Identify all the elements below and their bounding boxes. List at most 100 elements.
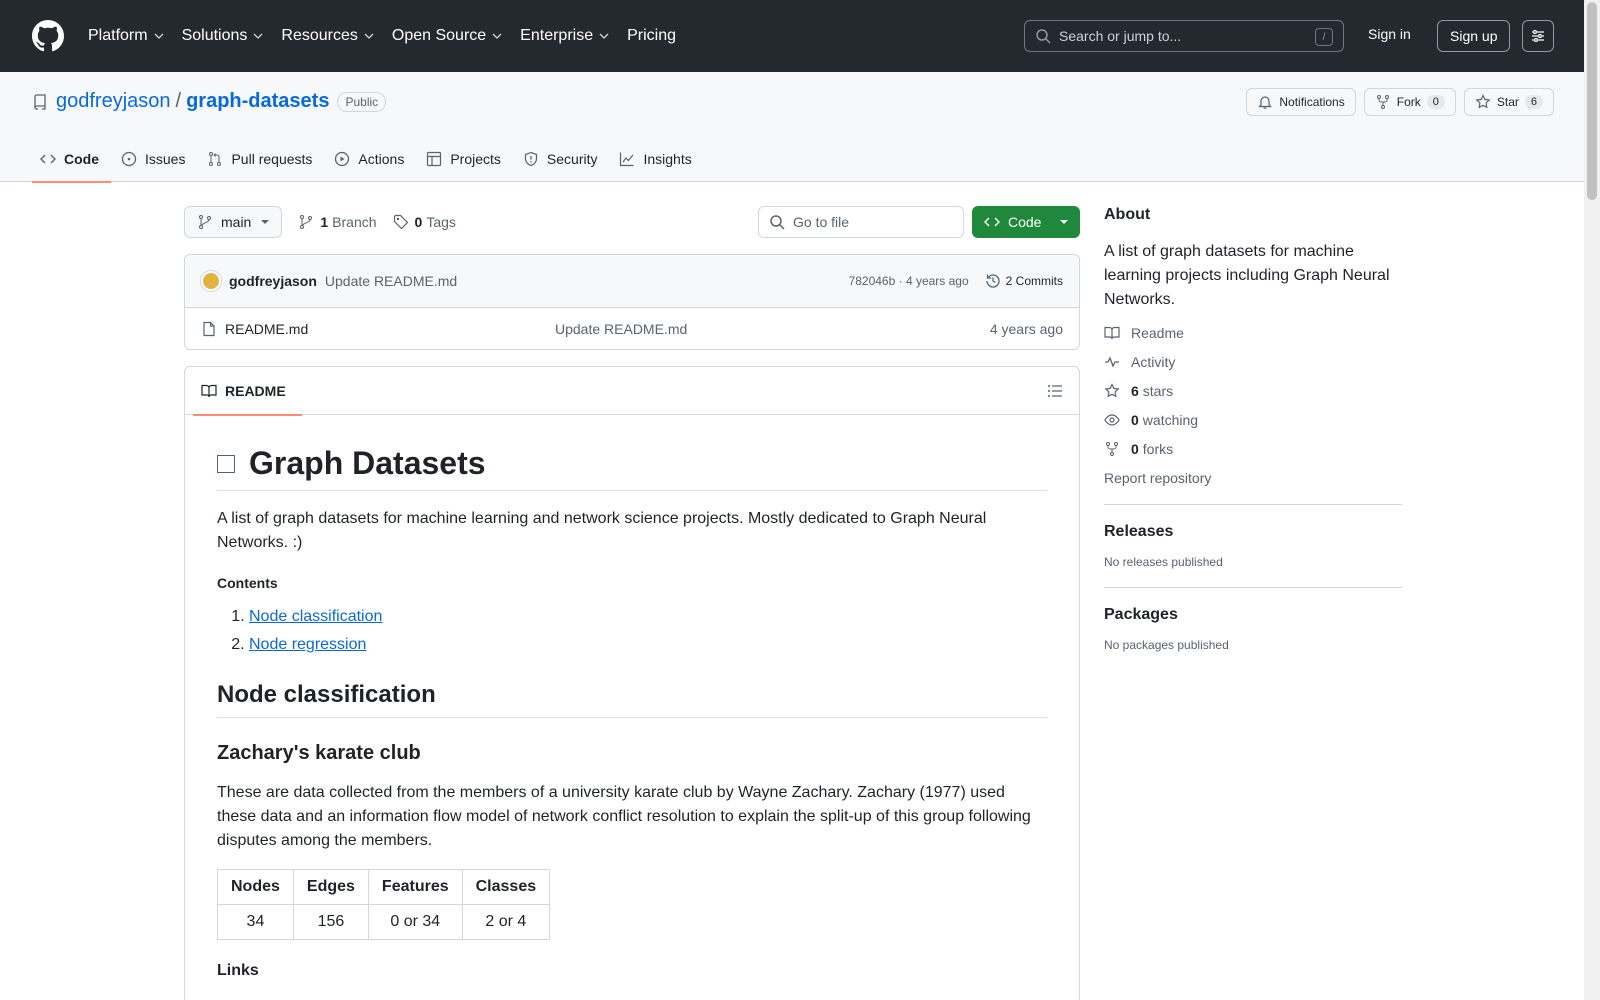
tab-code[interactable]: Code [32,136,111,183]
pull-request-icon [209,152,222,166]
outline-list-icon[interactable] [1047,383,1063,399]
branches-link[interactable]: 1 Branch [298,214,377,230]
contents-link-node-regression[interactable]: Node regression [249,636,366,653]
page-scrollbar[interactable] [1584,0,1600,1000]
subsection-text: These are data collected from the member… [217,784,1031,849]
code-dropdown-button[interactable]: Code [972,206,1080,238]
avatar[interactable] [201,271,221,291]
notifications-button[interactable]: Notifications [1246,88,1356,116]
releases-empty-text: No releases published [1104,555,1223,569]
global-header: Platform Solutions Resources Open Source… [0,0,1600,72]
commits-link[interactable]: 2 Commits [985,273,1063,289]
table-cell: 2 or 4 [461,904,551,940]
divider [1104,587,1402,588]
tag-icon [393,214,408,230]
commit-author[interactable]: godfreyjason [229,273,317,289]
graph-icon [620,152,634,167]
latest-commit: godfreyjason Update README.md 782046b · … [185,255,1079,308]
readme-link[interactable]: Readme [1104,325,1402,341]
star-icon [1475,94,1491,109]
global-search-input[interactable]: Search or jump to... / [1024,20,1344,52]
tags-link[interactable]: 0 Tags [393,214,456,230]
packages-empty-text: No packages published [1104,638,1229,652]
global-nav: Platform Solutions Resources Open Source… [88,27,694,45]
releases-heading[interactable]: Releases [1104,523,1402,541]
list-item: Node regression [249,633,1047,657]
list-item: Node classification [249,605,1047,629]
tab-insights[interactable]: Insights [611,136,703,182]
activity-link[interactable]: Activity [1104,354,1402,370]
table-cell: 156 [292,904,369,940]
file-navigation: main 1 Branch 0 Tags Go to file Code [184,206,1080,238]
branch-selector[interactable]: main [184,206,283,238]
readme-tab[interactable]: README [193,367,302,416]
links-heading: Links [217,962,259,979]
sign-in-link[interactable]: Sign in [1368,26,1411,42]
tab-actions[interactable]: Actions [326,136,416,182]
branch-icon [300,215,313,229]
chevron-down-icon [154,33,164,39]
nav-resources[interactable]: Resources [281,27,374,45]
file-name-link[interactable]: README.md [225,321,555,337]
contents-list: Node classification Node regression [217,605,1047,657]
table-icon [427,151,442,167]
go-to-file-input[interactable]: Go to file [758,206,964,238]
repo-title: godfreyjason / graph-datasets Public [32,90,387,113]
chevron-down-icon [492,33,502,39]
nav-open-source[interactable]: Open Source [392,27,502,45]
file-age: 4 years ago [989,320,1063,337]
menu-button[interactable] [1522,20,1554,52]
nav-enterprise[interactable]: Enterprise [520,27,609,45]
tab-pull-requests[interactable]: Pull requests [199,136,324,182]
table-header: Edges [292,869,369,905]
search-placeholder: Search or jump to... [1059,28,1182,44]
caret-down-icon [261,220,270,224]
table-cell: 0 or 34 [367,904,463,940]
repo-separator: / [175,90,182,112]
nav-platform[interactable]: Platform [88,27,164,45]
bell-icon [1258,96,1273,109]
github-logo-icon[interactable] [32,20,64,52]
scrollbar-thumb[interactable] [1587,2,1597,200]
contents-link-node-classification[interactable]: Node classification [249,608,382,625]
star-button[interactable]: Star 6 [1463,88,1554,116]
nav-solutions[interactable]: Solutions [182,27,264,45]
packages-heading[interactable]: Packages [1104,606,1402,624]
code-icon [984,217,1000,227]
table-row: README.md Update README.md 4 years ago [185,308,1079,349]
dataset-stats-table: Nodes Edges Features Classes 34 156 0 or… [217,869,551,940]
commit-meta[interactable]: 782046b · 4 years ago [849,274,969,288]
file-commit-message[interactable]: Update README.md [555,321,687,337]
about-sidebar: About A list of graph datasets for machi… [1104,206,1402,652]
forks-link[interactable]: 0 forks [1104,441,1402,457]
tab-issues[interactable]: Issues [113,136,197,182]
sign-up-button[interactable]: Sign up [1437,20,1511,52]
readme-body: Graph Datasets A list of graph datasets … [185,415,1079,1000]
report-repository-link[interactable]: Report repository [1104,470,1402,486]
search-icon [770,215,785,230]
stars-link[interactable]: 6 stars [1104,383,1402,399]
table-header: Classes [461,869,551,905]
about-heading: About [1104,206,1151,223]
repo-owner-link[interactable]: godfreyjason [56,90,171,113]
tab-security[interactable]: Security [515,136,610,182]
chevron-down-icon [364,33,374,39]
contents-heading: Contents [217,575,278,591]
nav-pricing[interactable]: Pricing [627,27,676,45]
book-icon [201,384,217,397]
main-content: main 1 Branch 0 Tags Go to file Code godfr… [184,206,1080,1000]
commit-message[interactable]: Update README.md [325,273,457,289]
issue-icon [121,151,137,167]
sliders-icon [1532,30,1544,42]
repo-name-link[interactable]: graph-datasets [186,90,329,113]
packages-section: Packages No packages published [1104,606,1402,652]
fork-button[interactable]: Fork 0 [1363,88,1456,116]
readme-panel: README Graph Datasets A list of graph da… [184,366,1080,1000]
tab-projects[interactable]: Projects [418,136,513,182]
section-heading: Node classification [217,681,1047,718]
star-icon [1104,383,1120,398]
subsection-heading: Zachary's karate club [217,742,421,764]
repo-description: A list of graph datasets for machine lea… [1104,243,1390,308]
eye-icon [1104,414,1120,426]
watching-link[interactable]: 0 watching [1104,412,1402,428]
